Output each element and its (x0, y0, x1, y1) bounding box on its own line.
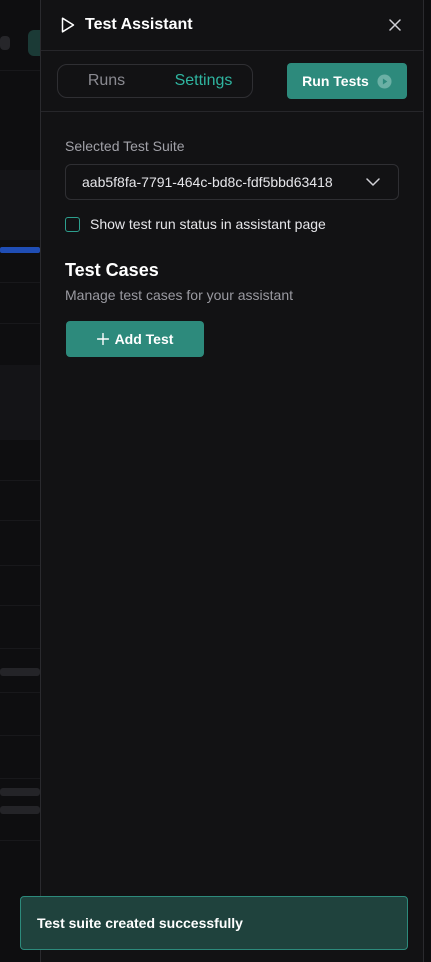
toast-notification: Test suite created successfully (20, 896, 408, 950)
background-block (0, 365, 40, 440)
tab-runs[interactable]: Runs (58, 72, 155, 90)
close-button[interactable] (385, 15, 405, 35)
play-circle-icon (377, 73, 392, 89)
close-icon (389, 19, 401, 31)
plus-icon (96, 333, 109, 345)
settings-content: Selected Test Suite aab5f8fa-7791-464c-b… (41, 112, 423, 357)
tab-group: Runs Settings (57, 64, 253, 98)
background-divider (0, 520, 40, 521)
background-divider (0, 605, 40, 606)
test-assistant-panel: Test Assistant Runs Settings Run Tests S… (40, 0, 424, 962)
tabs-bar: Runs Settings Run Tests (41, 51, 423, 112)
add-test-button[interactable]: Add Test (66, 321, 204, 357)
play-outline-icon (61, 17, 75, 33)
background-control (28, 30, 40, 56)
background-divider (0, 70, 40, 71)
show-status-label[interactable]: Show test run status in assistant page (90, 216, 326, 232)
test-suite-value: aab5f8fa-7791-464c-bd8c-fdf5bbd63418 (82, 174, 333, 190)
test-cases-subtitle: Manage test cases for your assistant (65, 287, 293, 303)
test-cases-title: Test Cases (65, 260, 159, 280)
background-block (0, 170, 40, 240)
tab-settings[interactable]: Settings (155, 72, 252, 90)
background-text (0, 806, 40, 814)
panel-header: Test Assistant (41, 0, 423, 51)
background-divider (0, 648, 40, 649)
show-status-checkbox[interactable] (65, 216, 80, 232)
background-divider (0, 565, 40, 566)
test-suite-select[interactable]: aab5f8fa-7791-464c-bd8c-fdf5bbd63418 (65, 164, 399, 200)
suite-label: Selected Test Suite (65, 138, 185, 154)
background-divider (0, 840, 40, 841)
background-text (0, 788, 40, 796)
add-test-label: Add Test (114, 331, 174, 347)
background-divider (0, 282, 40, 283)
chevron-down-icon (366, 178, 380, 186)
background-control (0, 36, 10, 50)
toast-message: Test suite created successfully (37, 915, 243, 931)
run-tests-label: Run Tests (302, 73, 369, 89)
background-divider (0, 480, 40, 481)
background-divider (0, 692, 40, 693)
background-divider (0, 323, 40, 324)
run-tests-button[interactable]: Run Tests (287, 63, 407, 99)
panel-title: Test Assistant (85, 16, 193, 33)
background-divider (0, 778, 40, 779)
background-divider (0, 735, 40, 736)
show-status-row: Show test run status in assistant page (65, 216, 399, 232)
background-text (0, 668, 40, 676)
background-highlight (0, 247, 40, 253)
